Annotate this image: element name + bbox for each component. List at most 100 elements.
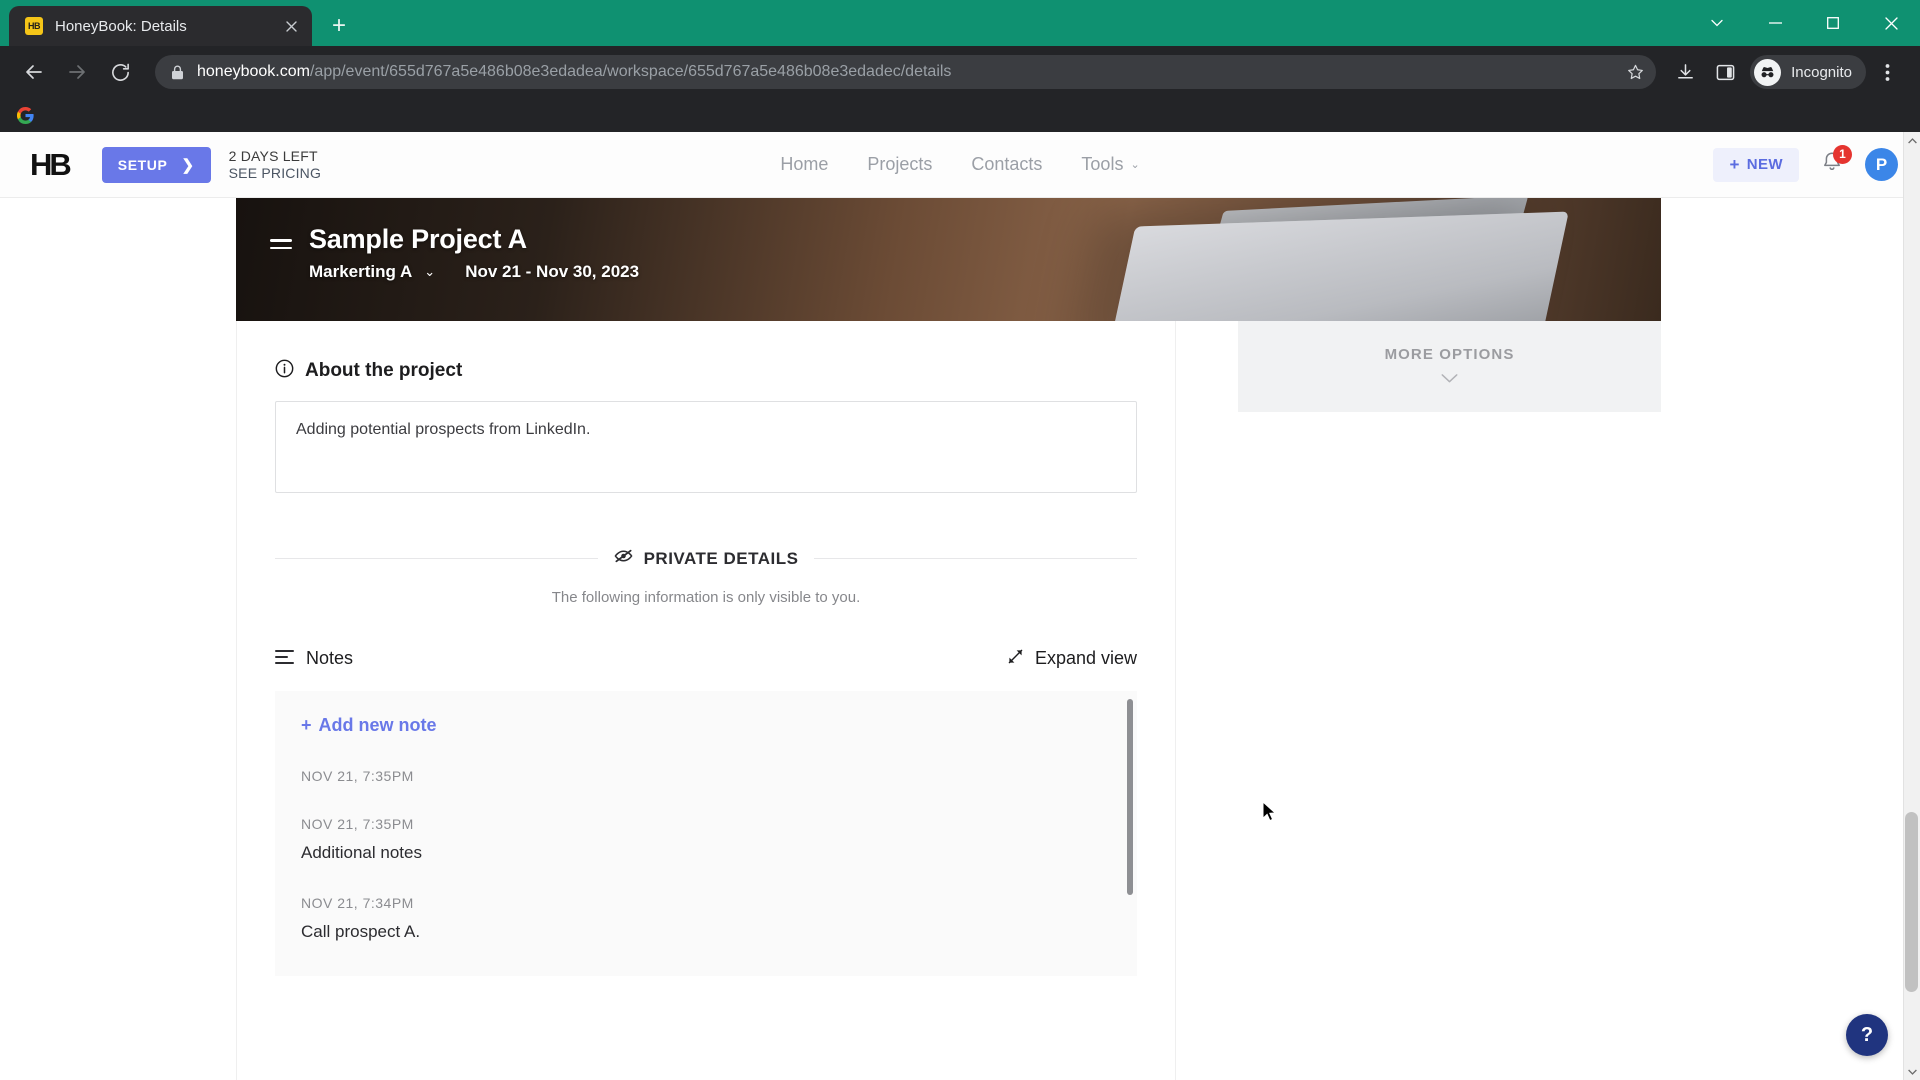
note-body: Additional notes [301, 843, 422, 862]
info-icon [275, 359, 294, 383]
page-scrollbar[interactable] [1903, 132, 1920, 1080]
incognito-icon [1754, 58, 1782, 86]
nav-tools-label: Tools [1081, 154, 1124, 174]
new-tab-button[interactable]: + [322, 9, 356, 43]
add-new-note-label: Add new note [318, 715, 437, 735]
notes-section-title: Notes [306, 648, 354, 668]
setup-button[interactable]: SETUP ❯ [101, 146, 211, 183]
see-pricing-link[interactable]: SEE PRICING [229, 165, 321, 182]
nav-item-home[interactable]: Home [780, 154, 828, 175]
honeybook-favicon: HB [25, 17, 43, 35]
honeybook-app-header: HB SETUP ❯ 2 DAYS LEFT SEE PRICING Home … [0, 132, 1920, 198]
note-timestamp: NOV 21, 7:35PM [301, 768, 414, 784]
expand-arrow-icon [1008, 649, 1023, 669]
page-viewport: HB SETUP ❯ 2 DAYS LEFT SEE PRICING Home … [0, 132, 1920, 1080]
window-close-icon[interactable] [1862, 0, 1920, 46]
reload-icon[interactable] [100, 52, 140, 92]
note-timestamp: NOV 21, 7:34PM [301, 895, 414, 911]
project-type-label[interactable]: Markerting A [309, 262, 412, 282]
setup-button-label: SETUP [117, 156, 168, 173]
private-details-subtitle: The following information is only visibl… [551, 589, 861, 606]
nav-contacts-label: Contacts [971, 154, 1043, 174]
private-details-label-group: PRIVATE DETAILS [614, 548, 799, 569]
address-bar[interactable]: honeybook.com/app/event/655d767a5e486b08… [155, 55, 1657, 89]
close-icon[interactable] [280, 15, 302, 37]
download-icon[interactable] [1666, 53, 1704, 91]
more-options-label: MORE OPTIONS [1384, 346, 1515, 363]
expand-view-button[interactable]: Expand view [1008, 648, 1137, 669]
url-path: /app/event/655d767a5e486b08e3edadea/work… [309, 63, 952, 80]
scroll-down-arrow-icon[interactable] [1904, 1063, 1920, 1080]
details-content-card: About the project Adding potential prosp… [236, 321, 1176, 1080]
incognito-label: Incognito [1791, 63, 1852, 81]
private-details-divider: PRIVATE DETAILS [275, 548, 1137, 569]
notifications-button[interactable]: 1 [1817, 144, 1852, 180]
avatar[interactable]: P [1865, 148, 1898, 181]
honeybook-logo[interactable]: HB [30, 147, 72, 183]
forward-icon[interactable] [57, 52, 97, 92]
bookmark-star-icon[interactable] [1620, 57, 1650, 87]
chevron-down-icon: ⌄ [1130, 159, 1140, 171]
maximize-icon[interactable] [1804, 0, 1862, 46]
google-favicon[interactable] [14, 104, 36, 126]
about-section-title: About the project [305, 360, 463, 381]
tab-title: HoneyBook: Details [55, 17, 187, 35]
nav-item-projects[interactable]: Projects [867, 154, 932, 175]
about-section-header: About the project [275, 321, 1137, 383]
lock-icon [171, 65, 184, 80]
minimize-icon[interactable] [1746, 0, 1804, 46]
private-details-label: PRIVATE DETAILS [643, 548, 799, 568]
page-title: Sample Project A [309, 224, 527, 254]
list-item[interactable]: NOV 21, 7:35PM Additional notes [275, 816, 1137, 863]
kebab-menu-icon[interactable] [1868, 53, 1906, 91]
new-button-label: NEW [1746, 156, 1783, 173]
help-button[interactable]: ? [1846, 1014, 1888, 1056]
chevron-right-icon: ❯ [181, 156, 195, 174]
note-body: Call prospect A. [301, 922, 421, 941]
chevron-down-icon[interactable]: ⌄ [424, 264, 435, 280]
page-scrollbar-thumb[interactable] [1905, 812, 1918, 992]
divider-right [814, 558, 1137, 559]
main-navigation: Home Projects Contacts Tools ⌄ [780, 154, 1139, 175]
scroll-up-arrow-icon[interactable] [1904, 132, 1920, 149]
nav-item-tools[interactable]: Tools ⌄ [1081, 154, 1139, 175]
notes-list-panel: + Add new note NOV 21, 7:35PM NOV 21, 7:3… [275, 691, 1137, 976]
trial-days-left: 2 DAYS LEFT [228, 147, 318, 164]
side-panel-icon[interactable] [1706, 53, 1744, 91]
new-button[interactable]: + NEW [1713, 147, 1799, 182]
nav-projects-label: Projects [867, 154, 933, 174]
browser-toolbar: honeybook.com/app/event/655d767a5e486b08… [0, 46, 1920, 98]
plus-icon: + [301, 715, 312, 735]
project-dates: Nov 21 - Nov 30, 2023 [465, 262, 640, 281]
window-controls [1688, 0, 1920, 46]
eye-slash-icon [614, 548, 633, 569]
expand-view-label: Expand view [1034, 648, 1137, 668]
notes-scrollbar-thumb[interactable] [1127, 699, 1133, 895]
notification-count-badge: 1 [1833, 144, 1852, 164]
trial-status: 2 DAYS LEFT SEE PRICING [229, 148, 321, 181]
note-timestamp: NOV 21, 7:35PM [301, 816, 414, 832]
chevron-down-icon [1441, 370, 1458, 387]
notes-lines-icon [275, 649, 294, 668]
add-new-note-button[interactable]: + Add new note [275, 691, 1137, 736]
more-options-panel[interactable]: MORE OPTIONS [1238, 321, 1661, 412]
browser-window: HB HoneyBook: Details + honeybook.com/ap… [0, 0, 1920, 1080]
browser-tab[interactable]: HB HoneyBook: Details [9, 6, 312, 46]
list-item[interactable]: NOV 21, 7:35PM [275, 768, 1137, 784]
mouse-cursor [1262, 800, 1277, 828]
divider-left [275, 558, 598, 559]
about-project-textarea[interactable]: Adding potential prospects from LinkedIn… [275, 401, 1137, 493]
back-icon[interactable] [14, 52, 54, 92]
plus-icon: + [1729, 154, 1740, 174]
project-banner: Sample Project A Markerting A ⌄ Nov 21 -… [236, 198, 1661, 321]
tab-strip: HB HoneyBook: Details + [0, 0, 1920, 46]
hamburger-menu-icon[interactable] [270, 239, 292, 282]
bookmarks-bar [0, 98, 1920, 132]
url-text: honeybook.com/app/event/655d767a5e486b08… [197, 63, 1620, 81]
tab-search-chevron-icon[interactable] [1688, 0, 1746, 46]
list-item[interactable]: NOV 21, 7:34PM Call prospect A. [275, 895, 1137, 942]
header-actions: + NEW 1 P [1713, 144, 1898, 182]
profile-incognito-button[interactable]: Incognito [1750, 55, 1866, 89]
nav-item-contacts[interactable]: Contacts [971, 154, 1042, 175]
notes-section-header: Notes Expand view [275, 648, 1137, 669]
